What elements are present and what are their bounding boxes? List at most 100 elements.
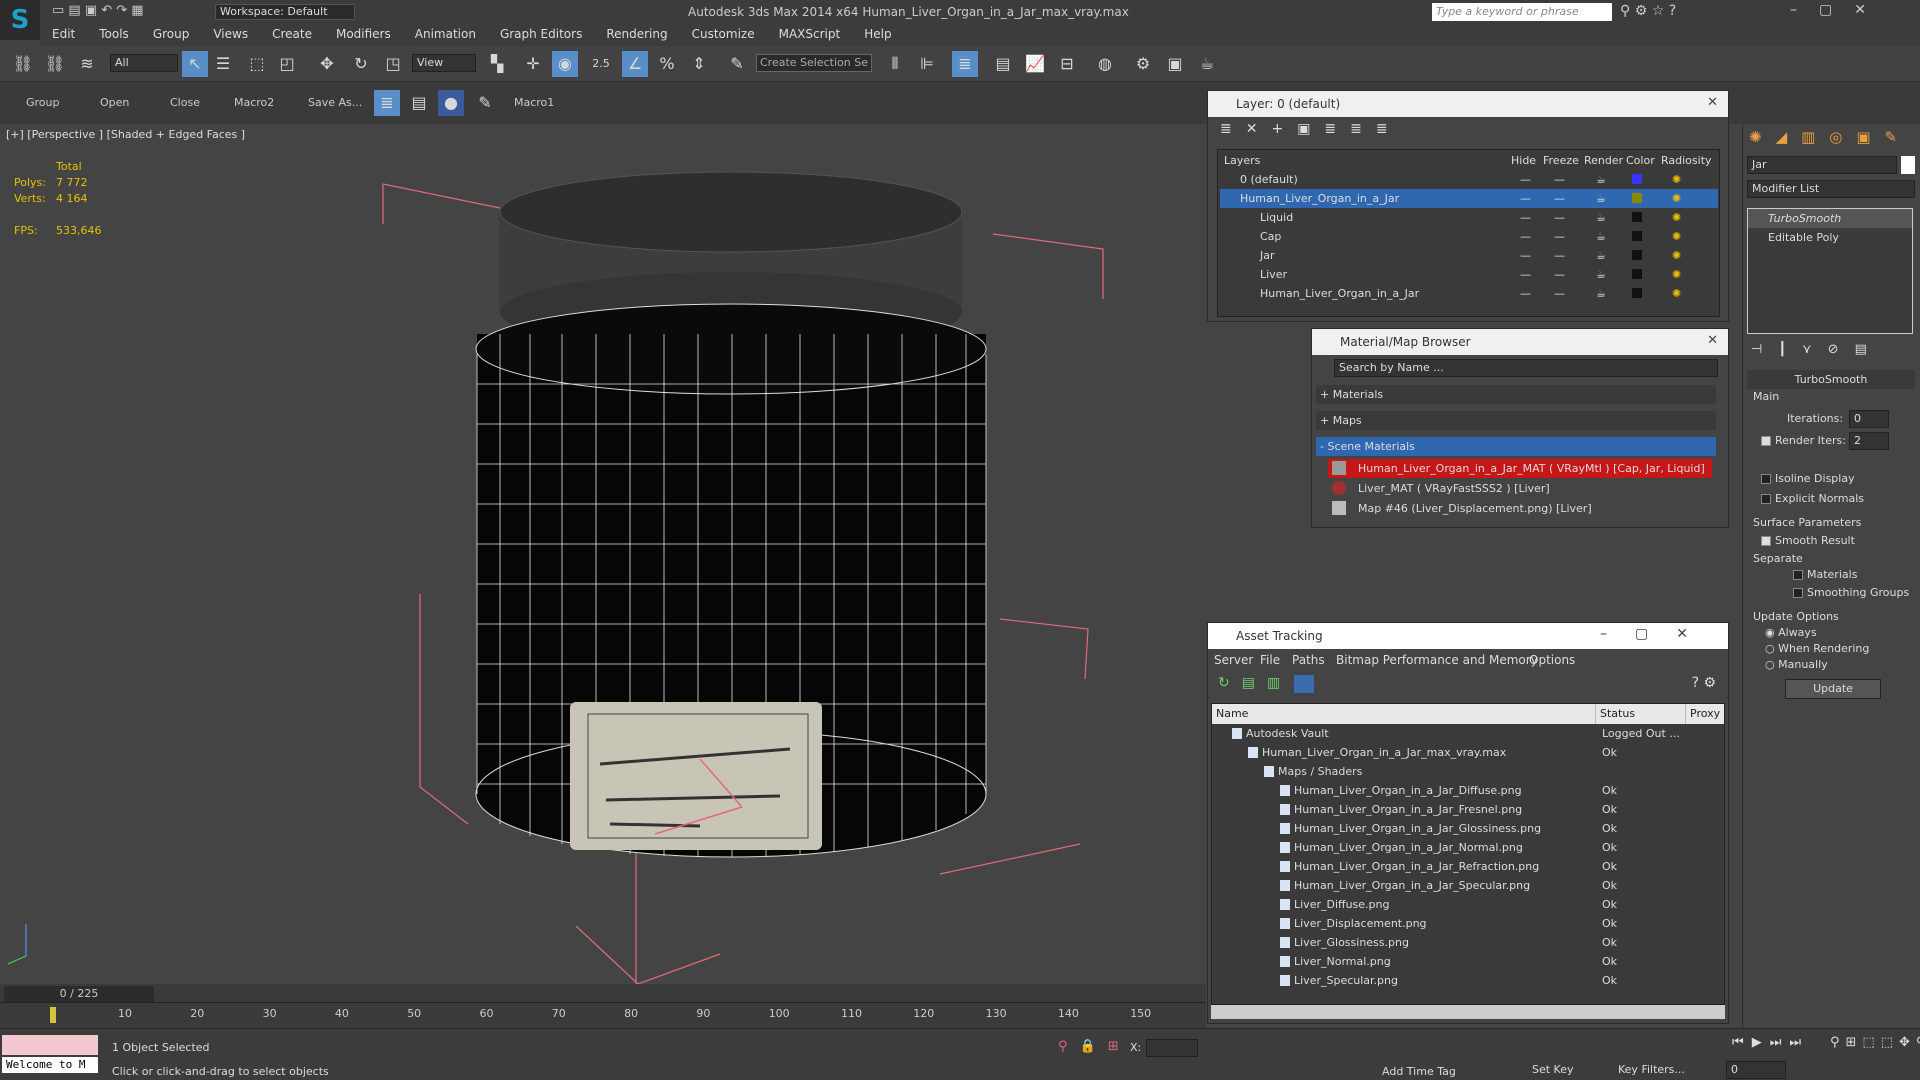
radiosity-icon[interactable]: ✺ [1672, 189, 1681, 208]
render-icon[interactable]: ☕ [1194, 51, 1220, 77]
manually-radio[interactable]: ○ Manually [1765, 658, 1828, 671]
align-icon[interactable]: ⊫ [914, 51, 940, 77]
radiosity-icon[interactable]: ✺ [1672, 227, 1681, 246]
layer-color-swatch[interactable] [1632, 174, 1642, 184]
material-item[interactable]: Map #46 (Liver_Displacement.png) [Liver] [1328, 499, 1712, 518]
freeze-toggle[interactable]: — [1554, 246, 1565, 265]
command-tabs-icons[interactable]: ✺◢▥◎▣✎ [1749, 128, 1911, 146]
asset-row[interactable]: Human_Liver_Organ_in_a_Jar_Diffuse.png Ok [1212, 781, 1724, 800]
render-teapot-icon[interactable]: ☕ [1596, 265, 1606, 284]
menu-item[interactable]: Animation [403, 24, 488, 44]
asset-toolbar-icons[interactable]: ↻▤▥ [1218, 675, 1292, 691]
freeze-toggle[interactable]: — [1554, 227, 1565, 246]
isolate-lock-icons[interactable]: ⚲🔒⊞ [1058, 1039, 1131, 1054]
hide-toggle[interactable]: — [1520, 265, 1531, 284]
materials-section[interactable]: + Materials [1316, 385, 1716, 404]
menu-item[interactable]: Paths [1292, 653, 1325, 667]
rotate-icon[interactable]: ↻ [348, 51, 374, 77]
open-button[interactable]: Open [100, 96, 129, 109]
window-controls[interactable]: –▢✕ [1600, 626, 1716, 642]
menu-item[interactable]: Customize [680, 24, 767, 44]
layer-manager-icon[interactable]: ≣ [952, 51, 978, 77]
render-teapot-icon[interactable]: ☕ [1596, 246, 1606, 265]
col-radiosity[interactable]: Radiosity [1661, 151, 1712, 170]
menu-item[interactable]: Graph Editors [488, 24, 594, 44]
hide-toggle[interactable]: — [1520, 189, 1531, 208]
hide-toggle[interactable]: — [1520, 284, 1531, 303]
isoline-checkbox[interactable]: Isoline Display [1761, 472, 1855, 485]
hide-toggle[interactable]: — [1520, 170, 1531, 189]
menu-item[interactable]: Bitmap Performance and Memory [1336, 653, 1538, 667]
window-crossing-icon[interactable]: ◰ [274, 51, 300, 77]
current-frame-input[interactable]: 0 [1726, 1061, 1786, 1079]
menu-item[interactable]: File [1260, 653, 1280, 667]
mirror-icon[interactable]: ⫴ [882, 51, 908, 77]
col-hide[interactable]: Hide [1511, 151, 1536, 170]
select-object-icon[interactable]: ↖ [182, 51, 208, 77]
col-proxy[interactable]: Proxy [1686, 704, 1724, 724]
schematic-view-icon[interactable]: ⊟ [1054, 51, 1080, 77]
stack-tools-icons[interactable]: ⊣┃⋎⊘▤ [1751, 342, 1883, 357]
asset-row[interactable]: Liver_Diffuse.png Ok [1212, 895, 1724, 914]
layer-row[interactable]: Cap — — ☕ ✺ [1220, 227, 1718, 246]
layer-row[interactable]: Liquid — — ☕ ✺ [1220, 208, 1718, 227]
layer-color-swatch[interactable] [1632, 250, 1642, 260]
asset-row[interactable]: Human_Liver_Organ_in_a_Jar_Refraction.pn… [1212, 857, 1724, 876]
layer-color-swatch[interactable] [1632, 212, 1642, 222]
table-view-icon[interactable] [1294, 675, 1314, 693]
layer-color-swatch[interactable] [1632, 193, 1642, 203]
render-teapot-icon[interactable]: ☕ [1596, 170, 1606, 189]
object-name-input[interactable]: Jar [1747, 156, 1897, 174]
angle-snap-icon[interactable]: ∠ [622, 51, 648, 77]
scene-materials-section[interactable]: - Scene Materials [1316, 437, 1716, 456]
select-by-name-icon[interactable]: ☰ [210, 51, 236, 77]
radiosity-icon[interactable]: ✺ [1672, 246, 1681, 265]
selection-filter-dropdown[interactable]: All [110, 54, 178, 72]
render-teapot-icon[interactable]: ☕ [1596, 227, 1606, 246]
smoothing-groups-checkbox[interactable]: Smoothing Groups [1793, 586, 1909, 599]
workspace-dropdown[interactable]: Workspace: Default [215, 4, 355, 20]
render-teapot-icon[interactable]: ☕ [1596, 208, 1606, 227]
layer-row[interactable]: Jar — — ☕ ✺ [1220, 246, 1718, 265]
hide-toggle[interactable]: — [1520, 227, 1531, 246]
asset-row[interactable]: Human_Liver_Organ_in_a_Jar_Specular.png O… [1212, 876, 1724, 895]
viewport-label[interactable]: [+] [Perspective ] [Shaded + Edged Faces… [6, 128, 245, 141]
named-selection-dropdown[interactable]: Create Selection Se [756, 54, 872, 72]
layer-dialog-title[interactable]: Layer: 0 (default) [1208, 91, 1728, 117]
asset-row[interactable]: Liver_Normal.png Ok [1212, 952, 1724, 971]
col-name[interactable]: Name [1212, 704, 1596, 724]
track-bar[interactable]: 10 20 30 40 50 60 70 80 90 100 110 120 130 140 150 [0, 1002, 1206, 1028]
layer-tools-icons[interactable]: ≣✕+▣≣≣≣ [1220, 121, 1402, 137]
radiosity-icon[interactable]: ✺ [1672, 170, 1681, 189]
iterations-spinner[interactable]: 0 [1849, 410, 1889, 428]
turbosmooth-rollout[interactable]: TurboSmooth [1747, 370, 1915, 389]
layer-row[interactable]: Human_Liver_Organ_in_a_Jar — — ☕ ✺ [1220, 189, 1718, 208]
group-button[interactable]: Group [26, 96, 60, 109]
menu-item[interactable]: Options [1529, 653, 1575, 667]
material-search-input[interactable]: Search by Name ... [1334, 359, 1718, 377]
menu-item[interactable]: Rendering [594, 24, 679, 44]
unlink-icon[interactable]: ⛓ [42, 51, 68, 77]
macro2-button[interactable]: Macro2 [234, 96, 274, 109]
hide-toggle[interactable]: — [1520, 246, 1531, 265]
keyboard-shortcut-icon[interactable]: ◉ [552, 51, 578, 77]
macro1-button[interactable]: Macro1 [514, 96, 554, 109]
menu-item[interactable]: Views [201, 24, 260, 44]
perspective-viewport[interactable]: [+] [Perspective ] [Shaded + Edged Faces… [0, 124, 1206, 984]
maxscript-listener[interactable] [2, 1035, 98, 1055]
asset-row[interactable]: Maps / Shaders [1212, 762, 1724, 781]
frame-marker[interactable] [50, 1007, 56, 1023]
col-color[interactable]: Color [1626, 151, 1655, 170]
move-icon[interactable]: ✥ [314, 51, 340, 77]
col-layers[interactable]: Layers [1224, 151, 1260, 170]
key-filters-button[interactable]: Key Filters... [1618, 1063, 1685, 1076]
rect-selection-icon[interactable]: ⬚ [244, 51, 270, 77]
materials-icon[interactable]: ● [438, 90, 464, 116]
viewport-nav-icons[interactable]: ⚲⊞⬚⬚✥⚲⊞⬚ [1830, 1035, 1920, 1050]
asset-row[interactable]: Human_Liver_Organ_in_a_Jar_max_vray.max O… [1212, 743, 1724, 762]
material-item[interactable]: Liver_MAT ( VRayFastSSS2 ) [Liver] [1328, 479, 1712, 498]
menu-item[interactable]: Group [141, 24, 202, 44]
object-color-swatch[interactable] [1901, 156, 1915, 174]
close-icon[interactable]: ✕ [1707, 95, 1718, 110]
curve-editor-icon[interactable]: 📈 [1022, 51, 1048, 77]
